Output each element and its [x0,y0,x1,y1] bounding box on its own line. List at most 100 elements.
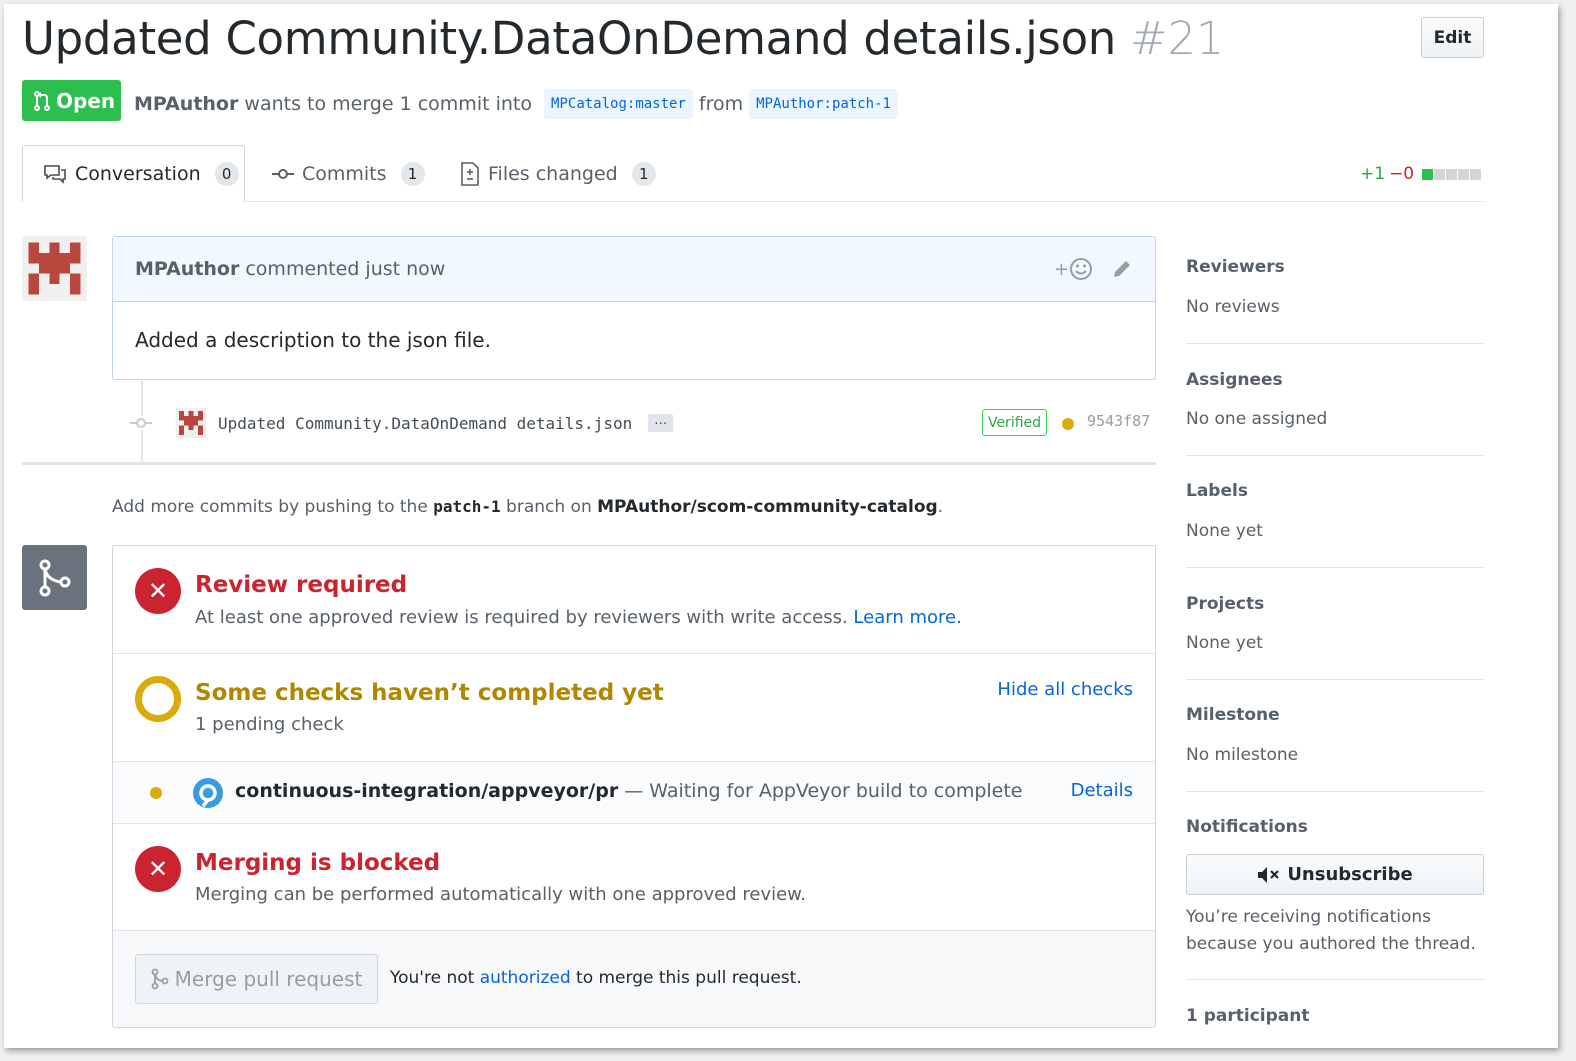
sidebar-divider [1186,567,1484,568]
verified-badge[interactable]: Verified [982,409,1047,436]
reviewers-heading[interactable]: Reviewers [1186,257,1285,277]
review-required-desc: At least one approved review is required… [195,607,962,628]
add-reaction-button[interactable]: + [1054,257,1093,281]
push-note-branch: patch-1 [433,497,501,516]
commit-sha-link[interactable]: 9543f87 [1087,412,1150,430]
comment-header: MPAuthor commented just now + [113,237,1155,302]
sidebar-divider [1186,343,1484,344]
comment-author[interactable]: MPAuthor [135,258,239,280]
git-pull-request-icon [34,90,50,111]
notifications-reason: You’re receiving notifications because y… [1186,907,1476,954]
reaction-plus: + [1053,258,1069,280]
projects-value: None yet [1186,633,1263,653]
x-circle-icon: ✕ [135,568,181,614]
comment-box: MPAuthor commented just now + Added a de… [112,236,1156,380]
tab-files-changed[interactable]: Files changed 1 [460,145,656,202]
diffstat-removed: −0 [1389,164,1415,184]
sidebar-divider [1186,455,1484,456]
learn-more-link[interactable]: Learn more. [853,607,961,628]
check-details-link[interactable]: Details [1071,780,1133,801]
review-required-section: ✕ Review required At least one approved … [113,546,1155,654]
merge-button-label: Merge pull request [174,967,363,991]
git-merge-icon [39,559,70,596]
push-note-suffix: . [937,497,944,517]
notifications-heading: Notifications [1186,817,1308,837]
diffstat-added: +1 [1360,164,1386,184]
milestone-value: No milestone [1186,745,1299,765]
labels-value: None yet [1186,521,1263,541]
sidebar-divider [1186,791,1484,792]
pr-meta: MPAuthor wants to merge 1 commit into MP… [134,89,904,119]
check-pending-dot [150,787,162,799]
state-label: Open [56,88,116,113]
commit-status-pending-dot[interactable] [1062,418,1074,430]
projects-heading[interactable]: Projects [1186,594,1264,614]
labels-heading[interactable]: Labels [1186,481,1248,501]
check-item-row: continuous-integration/appveyor/pr — Wai… [113,762,1155,824]
review-required-text: At least one approved review is required… [195,607,848,628]
not-auth-suffix: to merge this pull request. [576,968,802,988]
milestone-heading[interactable]: Milestone [1186,705,1280,725]
tab-commits-label: Commits [302,162,387,185]
merge-pull-request-button[interactable]: Merge pull request [135,954,378,1004]
assignees-heading[interactable]: Assignees [1186,370,1283,390]
merge-action-section: Merge pull request You're not authorized… [113,931,1155,1027]
merging-blocked-section: ✕ Merging is blocked Merging can be perf… [113,824,1155,931]
tab-commits-count: 1 [400,161,425,186]
pr-title: Updated Community.DataOnDemand details.j… [22,12,1224,65]
from-text: from [698,93,744,115]
unsubscribe-button[interactable]: Unsubscribe [1186,854,1484,895]
checks-section: Some checks haven’t completed yet 1 pend… [113,654,1155,762]
pending-ring-icon [135,676,181,722]
not-auth-prefix: You're not [390,968,475,988]
tab-conversation[interactable]: Conversation 0 [22,145,245,202]
checks-desc: 1 pending check [195,714,344,735]
mute-icon [1258,866,1280,883]
merging-blocked-title: Merging is blocked [195,850,441,876]
appveyor-icon [193,778,223,808]
file-diff-icon [461,161,479,186]
review-required-title: Review required [195,572,408,598]
authorized-link[interactable]: authorized [480,968,571,988]
tab-commits[interactable]: Commits 1 [272,145,425,202]
state-badge: Open [22,80,121,121]
checks-title: Some checks haven’t completed yet [195,680,664,706]
check-item-status: — Waiting for AppVeyor build to complete [624,780,1023,802]
push-note-repo-link[interactable]: MPAuthor/scom-community-catalog [597,497,938,517]
sidebar-divider [1186,979,1484,980]
commit-message-link[interactable]: Updated Community.DataOnDemand details.j… [218,414,632,433]
comment-body: Added a description to the json file. [135,328,491,352]
edit-comment-button[interactable] [1111,258,1133,285]
tab-files-count: 1 [631,161,656,186]
x-circle-icon: ✕ [135,846,181,892]
push-note-prefix: Add more commits by pushing to the [112,497,428,517]
comment-action: commented just now [245,258,446,280]
head-branch[interactable]: MPAuthor:patch-1 [749,89,898,119]
merge-text: wants to merge 1 commit into [244,93,532,115]
not-authorized-text: You're not authorized to merge this pull… [390,968,802,988]
base-branch[interactable]: MPCatalog:master [544,89,693,119]
avatar[interactable] [22,236,87,301]
tab-conversation-count: 0 [214,161,239,186]
git-commit-icon [130,416,152,430]
reviewers-value: No reviews [1186,297,1280,317]
timeline-separator [22,462,1156,465]
smiley-icon [1070,258,1092,280]
tab-conversation-label: Conversation [75,162,201,185]
comment-discussion-icon [44,164,66,184]
push-note-middle: branch on [506,497,592,517]
commit-expand-button[interactable]: … [648,414,674,432]
push-note: Add more commits by pushing to the patch… [112,497,943,517]
merge-box: ✕ Review required At least one approved … [112,545,1156,1028]
pencil-icon [1114,261,1130,277]
edit-button[interactable]: Edit [1421,17,1484,58]
pr-author-link[interactable]: MPAuthor [134,93,238,115]
identicon-icon [27,241,82,296]
diffstat-blocks [1422,168,1482,180]
hide-all-checks-link[interactable]: Hide all checks [997,679,1133,700]
pr-number: #21 [1130,12,1225,65]
git-merge-icon [151,968,169,990]
tab-files-label: Files changed [488,162,618,185]
commit-author-avatar[interactable] [176,408,206,438]
diffstat: +1 −0 [1360,164,1482,184]
